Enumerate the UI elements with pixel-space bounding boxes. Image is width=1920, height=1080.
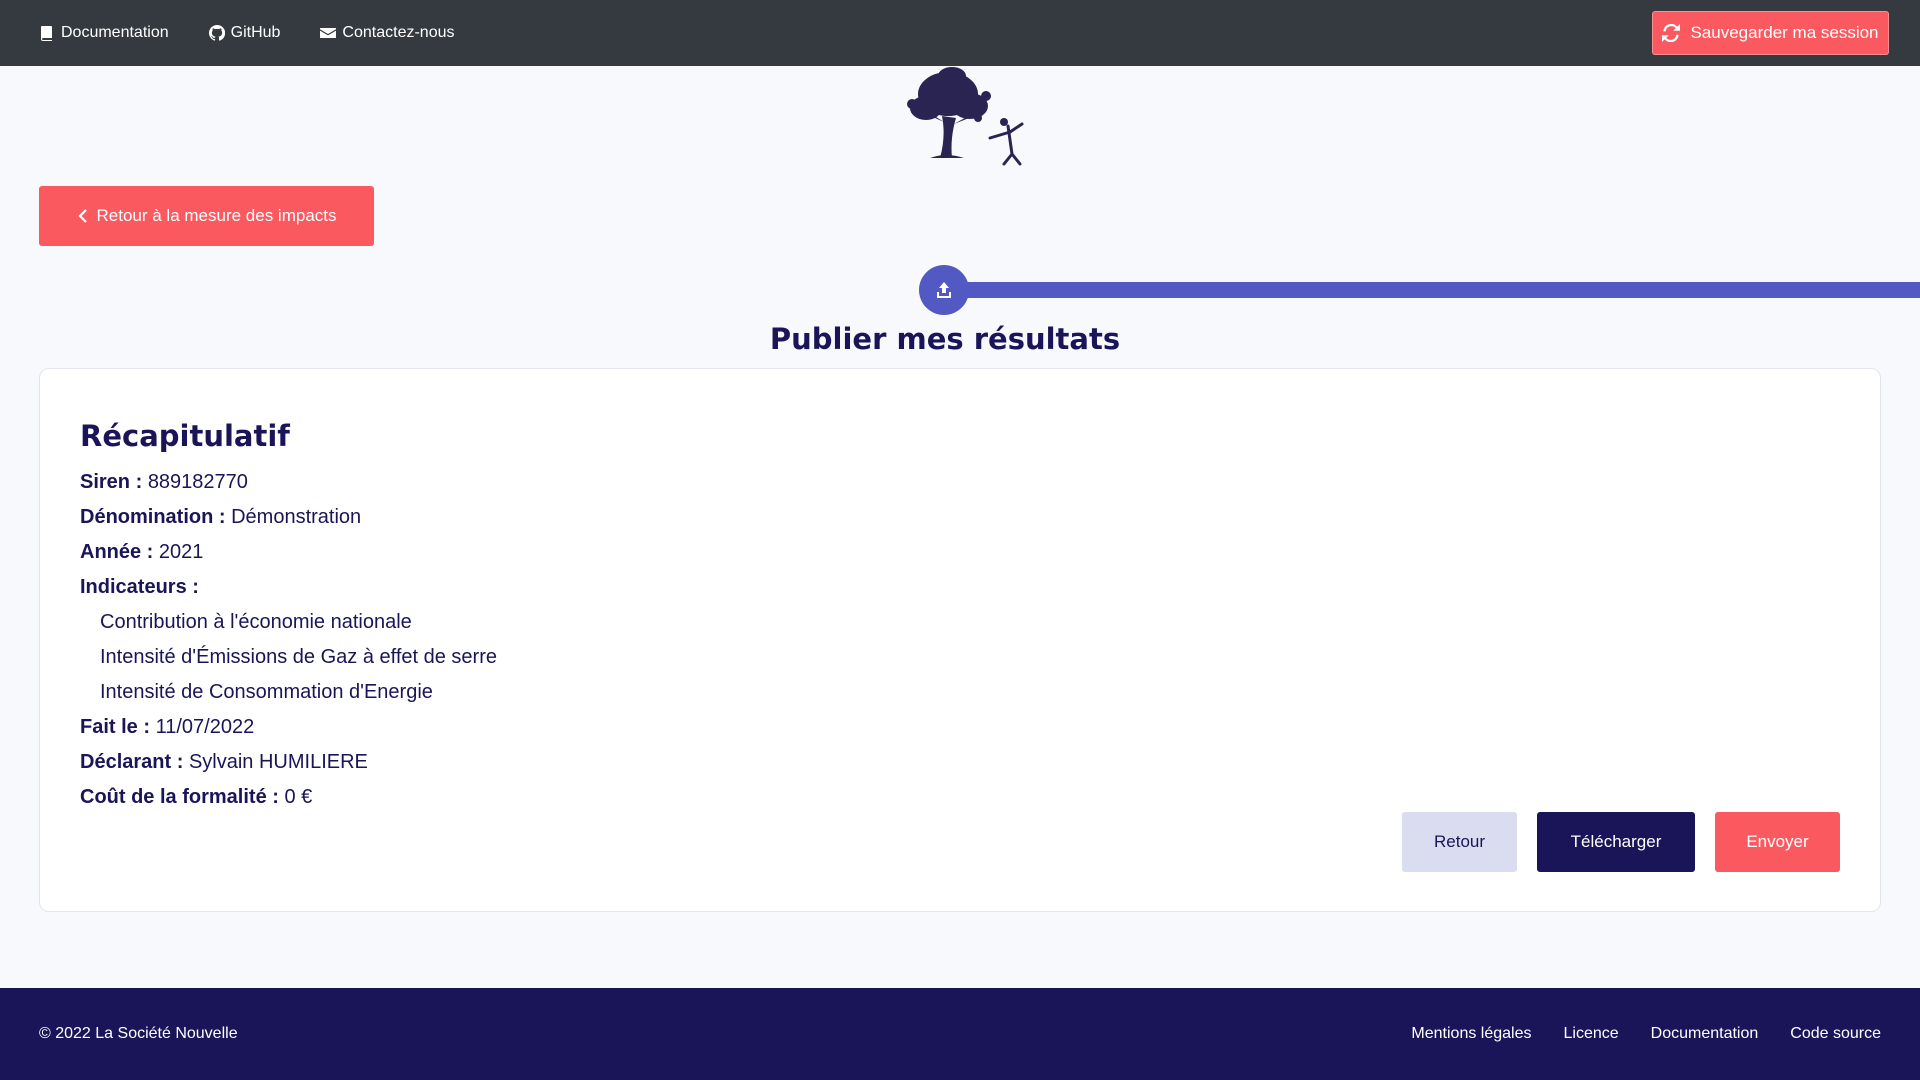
- upload-icon: [937, 282, 951, 298]
- cost-row: Coût de la formalité : 0 €: [80, 780, 497, 815]
- footer-documentation-link[interactable]: Documentation: [1651, 1025, 1759, 1043]
- send-button[interactable]: Envoyer: [1715, 812, 1840, 872]
- indicator-item: Contribution à l'économie nationale: [100, 611, 412, 633]
- summary-title: Récapitulatif: [80, 419, 290, 453]
- topnav-links: Documentation GitHub Contactez-nous: [39, 24, 454, 42]
- indicator-item: Intensité de Consommation d'Energie: [100, 681, 433, 703]
- declarant-row: Déclarant : Sylvain HUMILIERE: [80, 745, 497, 780]
- siren-label: Siren :: [80, 471, 143, 493]
- back-button[interactable]: Retour: [1402, 812, 1517, 872]
- year-row: Année : 2021: [80, 535, 497, 570]
- chevron-left-icon: [77, 209, 87, 223]
- nav-documentation-label: Documentation: [61, 24, 169, 41]
- nav-documentation-link[interactable]: Documentation: [39, 24, 169, 42]
- indicators-label: Indicateurs :: [80, 576, 199, 598]
- sync-icon: [1662, 24, 1681, 42]
- indicator-item: Intensité d'Émissions de Gaz à effet de …: [100, 646, 497, 668]
- save-session-label: Sauvegarder ma session: [1690, 23, 1879, 42]
- back-to-impacts-button[interactable]: Retour à la mesure des impacts: [39, 186, 374, 246]
- cost-label: Coût de la formalité :: [80, 786, 279, 808]
- page-title: Publier mes résultats: [769, 322, 1121, 356]
- github-icon: [208, 25, 225, 41]
- download-button[interactable]: Télécharger: [1537, 812, 1695, 872]
- top-navbar: Documentation GitHub Contactez-nous Sauv…: [0, 0, 1920, 66]
- denomination-value: Démonstration: [231, 506, 362, 528]
- date-row: Fait le : 11/07/2022: [80, 710, 497, 745]
- nav-contact-label: Contactez-nous: [342, 24, 455, 41]
- footer-copyright: © 2022 La Société Nouvelle: [39, 1025, 238, 1042]
- cost-value: 0 €: [284, 786, 313, 808]
- summary-card: Récapitulatif Siren : 889182770 Dénomina…: [39, 368, 1881, 912]
- back-to-impacts-label: Retour à la mesure des impacts: [96, 206, 337, 225]
- step-indicator: [919, 265, 969, 315]
- footer-license-link[interactable]: Licence: [1564, 1025, 1619, 1043]
- year-label: Année :: [80, 541, 154, 563]
- tree-logo: [907, 67, 1024, 166]
- siren-row: Siren : 889182770: [80, 465, 497, 500]
- nav-github-label: GitHub: [230, 24, 281, 41]
- date-label: Fait le :: [80, 716, 151, 738]
- summary-details: Siren : 889182770 Dénomination : Démonst…: [80, 465, 497, 815]
- card-actions: Retour Télécharger Envoyer: [1402, 812, 1840, 872]
- date-value: 11/07/2022: [155, 716, 255, 738]
- nav-github-link[interactable]: GitHub: [208, 24, 281, 42]
- year-value: 2021: [158, 541, 204, 563]
- declarant-value: Sylvain HUMILIERE: [188, 751, 368, 773]
- book-icon: [41, 26, 52, 41]
- envelope-icon: [320, 28, 337, 38]
- nav-contact-link[interactable]: Contactez-nous: [320, 24, 454, 42]
- save-session-button[interactable]: Sauvegarder ma session: [1652, 11, 1889, 55]
- siren-value: 889182770: [147, 471, 248, 493]
- footer-source-link[interactable]: Code source: [1790, 1025, 1881, 1043]
- declarant-label: Déclarant :: [80, 751, 184, 773]
- footer: © 2022 La Société Nouvelle Mentions léga…: [0, 988, 1920, 1080]
- denomination-row: Dénomination : Démonstration: [80, 500, 497, 535]
- denomination-label: Dénomination :: [80, 506, 226, 528]
- progress-bar: [944, 282, 1920, 298]
- footer-links: Mentions légales Licence Documentation C…: [1411, 1025, 1881, 1043]
- footer-legal-link[interactable]: Mentions légales: [1411, 1025, 1531, 1043]
- indicators-row: Indicateurs :: [80, 570, 497, 605]
